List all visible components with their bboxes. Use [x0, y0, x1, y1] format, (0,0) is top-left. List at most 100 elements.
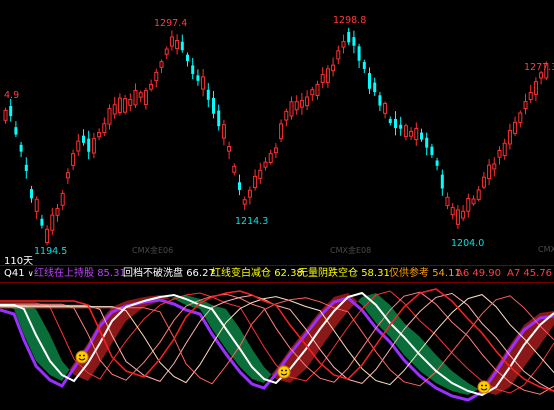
band-fill	[448, 367, 450, 390]
candlestick	[133, 83, 138, 108]
candlestick	[268, 149, 273, 165]
band-fill	[68, 368, 70, 372]
candlestick	[399, 116, 403, 136]
band-fill	[46, 327, 48, 373]
price-chart[interactable]	[0, 0, 554, 265]
band-fill	[66, 365, 68, 375]
candlestick	[394, 111, 397, 136]
band-fill	[464, 380, 466, 395]
band-fill	[134, 298, 136, 315]
candlestick	[154, 68, 159, 88]
candlestick	[420, 128, 423, 142]
band-fill	[362, 296, 364, 308]
band-fill	[434, 352, 436, 383]
price-label-low1: 1214.3	[235, 216, 269, 227]
price-label-high2: 1298.8	[333, 15, 367, 26]
band-fill	[54, 343, 56, 378]
candlestick	[347, 27, 351, 45]
candlestick	[273, 143, 278, 158]
candlestick	[315, 80, 320, 100]
candlestick	[289, 96, 294, 120]
band-fill	[456, 374, 458, 393]
candlestick	[425, 132, 429, 156]
candlestick	[523, 93, 528, 115]
legend-item-6: A6 49.90	[456, 268, 502, 279]
band-fill	[220, 307, 222, 344]
candlestick	[112, 96, 117, 119]
band-fill	[442, 361, 444, 387]
band-fill	[474, 386, 476, 392]
candlestick	[196, 69, 200, 86]
legend-item-7: A7 45.76	[507, 268, 553, 279]
band-fill	[260, 361, 262, 383]
candlestick	[60, 190, 65, 210]
contract-label-3: CMX	[538, 245, 554, 254]
candlestick	[186, 52, 189, 67]
candlestick	[414, 122, 419, 146]
band-fill	[454, 372, 456, 392]
band-fill	[440, 359, 442, 386]
chevron-down-icon[interactable]: ∨	[28, 269, 34, 278]
band-fill	[26, 305, 28, 344]
candlestick	[19, 141, 23, 158]
legend-item-5: 仅供参考 54.11	[389, 268, 461, 279]
candlestick	[305, 90, 310, 111]
candlestick	[3, 107, 8, 124]
candlestick	[227, 141, 232, 160]
band-fill	[184, 295, 186, 305]
band-fill	[28, 306, 30, 348]
band-fill	[262, 364, 264, 383]
candlestick	[357, 43, 361, 69]
candlestick	[212, 90, 215, 119]
price-label-left: 4.9	[4, 90, 20, 101]
candlestick	[362, 59, 366, 74]
price-label-last: 1277.3	[524, 62, 554, 73]
candlestick	[507, 123, 512, 150]
price-label-low2: 1204.0	[451, 238, 485, 249]
band-fill	[444, 363, 446, 388]
candlestick	[14, 121, 18, 138]
candlestick	[294, 95, 299, 115]
band-fill	[250, 345, 252, 379]
candlestick	[502, 138, 507, 160]
candlestick	[117, 93, 122, 116]
band-fill	[370, 294, 372, 318]
candlestick	[82, 129, 85, 146]
candlestick	[50, 207, 55, 236]
candlestick	[128, 93, 133, 112]
candlestick	[143, 87, 148, 110]
indicator-name[interactable]: Q41 ∨	[4, 266, 34, 282]
candlestick	[107, 104, 112, 130]
band-fill	[130, 299, 132, 318]
candlestick	[65, 168, 70, 184]
band-fill	[254, 352, 256, 381]
candlestick	[263, 157, 268, 171]
band-fill	[364, 295, 366, 311]
candlestick	[461, 205, 466, 222]
indicator-chart[interactable]	[0, 283, 554, 410]
band-fill	[374, 293, 376, 323]
band-fill	[458, 375, 460, 393]
candlestick	[221, 120, 226, 146]
band-fill	[50, 335, 52, 376]
band-fill	[438, 357, 440, 385]
candlestick	[325, 65, 330, 88]
candlestick	[149, 79, 154, 92]
candlestick	[159, 59, 164, 74]
candlestick	[310, 86, 315, 102]
band-fill	[44, 323, 46, 371]
band-fill	[344, 293, 346, 317]
band-fill	[30, 307, 32, 353]
legend-item-3: 红线变白减仓 62.38	[211, 268, 303, 279]
candlestick	[284, 108, 289, 127]
candlestick	[368, 67, 371, 94]
legend-item-1: 红线在上持股 85.31	[34, 268, 126, 279]
candlestick	[533, 77, 538, 102]
band-fill	[124, 301, 126, 325]
band-fill	[270, 373, 272, 376]
candlestick	[466, 193, 471, 218]
price-label-low0: 1194.5	[34, 246, 68, 257]
candlestick	[180, 34, 184, 53]
contract-label-1: CMX金E06	[132, 246, 174, 255]
candlestick	[45, 225, 50, 246]
